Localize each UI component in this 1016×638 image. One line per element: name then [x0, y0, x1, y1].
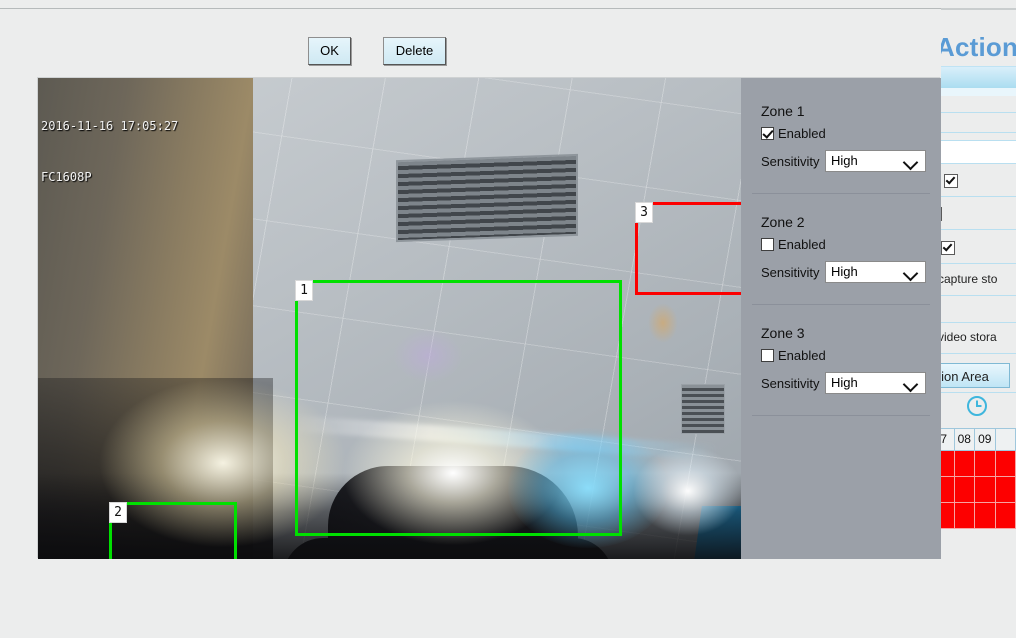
schedule-cell[interactable] [954, 503, 975, 529]
schedule-cell[interactable] [975, 477, 996, 503]
zone-box-1[interactable]: 1 [295, 280, 622, 536]
ceiling-vent-icon [396, 153, 578, 243]
zone-enabled-row-3[interactable]: Enabled [761, 348, 941, 363]
zone-sensitivity-select-2[interactable]: High [825, 261, 926, 283]
schedule-row[interactable] [934, 503, 1016, 529]
zone-sensitivity-row-1: Sensitivity High [761, 150, 941, 172]
option-checkbox-3[interactable] [941, 241, 956, 255]
clock-icon [966, 395, 988, 417]
zone-box-2[interactable]: 2 [109, 502, 237, 559]
schedule-cell[interactable] [995, 503, 1016, 529]
zone-enabled-checkbox-2[interactable] [761, 238, 774, 251]
zone-sensitivity-row-3: Sensitivity High [761, 372, 941, 394]
zone-settings-3: Zone 3 Enabled Sensitivity High [741, 305, 941, 394]
zone-box-label-1: 1 [295, 280, 313, 301]
schedule-hour-label: 09 [975, 429, 996, 450]
zone-sensitivity-label-2: Sensitivity [761, 264, 820, 280]
zone-sensitivity-row-2: Sensitivity High [761, 261, 941, 283]
delete-button[interactable]: Delete [383, 37, 446, 65]
zone-divider-3 [752, 415, 930, 416]
zone-sensitivity-value-3: High [831, 375, 858, 390]
zone-title-1: Zone 1 [761, 103, 805, 119]
zone-sensitivity-select-3[interactable]: High [825, 372, 926, 394]
zone-settings-panel: Zone 1 Enabled Sensitivity High Zone 2 E… [741, 78, 941, 559]
option-checkbox-1[interactable] [944, 174, 959, 188]
schedule-hour-label [996, 429, 1016, 450]
schedule-cell[interactable] [954, 451, 975, 477]
schedule-cell[interactable] [975, 451, 996, 477]
zone-sensitivity-label-1: Sensitivity [761, 153, 820, 169]
schedule-row[interactable] [934, 477, 1016, 503]
zone-sensitivity-value-2: High [831, 264, 858, 279]
schedule-cell[interactable] [954, 477, 975, 503]
zone-settings-2: Zone 2 Enabled Sensitivity High [741, 194, 941, 283]
chevron-down-icon [902, 265, 919, 282]
osd-camera-id: FC1608P [41, 170, 92, 184]
chevron-down-icon [902, 376, 919, 393]
osd-timestamp: 2016-11-16 17:05:27 [41, 119, 179, 133]
zone-sensitivity-label-3: Sensitivity [761, 375, 820, 391]
wall-vent-icon [681, 384, 725, 434]
schedule-cell[interactable] [975, 503, 996, 529]
zone-title-2: Zone 2 [761, 214, 805, 230]
chevron-down-icon [902, 154, 919, 171]
zone-enabled-label-1: Enabled [778, 126, 826, 141]
video-osd-overlay: 2016-11-16 17:05:27 FC1608P [41, 84, 178, 220]
zone-settings-1: Zone 1 Enabled Sensitivity High [741, 78, 941, 172]
zone-box-label-3: 3 [635, 202, 653, 223]
dialog-top-border [0, 8, 941, 9]
zone-enabled-label-3: Enabled [778, 348, 826, 363]
schedule-cell[interactable] [995, 477, 1016, 503]
video-and-zones-container: 2016-11-16 17:05:27 FC1608P 1 2 3 Zone 1… [37, 77, 941, 559]
zone-enabled-row-2[interactable]: Enabled [761, 237, 941, 252]
page-title: Action [936, 32, 1016, 62]
schedule-row[interactable] [934, 451, 1016, 477]
schedule-cells[interactable] [934, 450, 1016, 529]
ok-button[interactable]: OK [308, 37, 351, 65]
schedule-cell[interactable] [995, 451, 1016, 477]
motion-detection-dialog: OK Delete 2016-11-16 17:05:27 FC1608P 1 … [0, 0, 941, 560]
zone-enabled-checkbox-1[interactable] [761, 127, 774, 140]
zone-title-3: Zone 3 [761, 325, 805, 341]
zone-box-3[interactable]: 3 [635, 202, 741, 295]
schedule-hour-label: 08 [955, 429, 975, 450]
zone-enabled-checkbox-3[interactable] [761, 349, 774, 362]
schedule-hour-header: 7 08 09 [934, 428, 1016, 450]
schedule-grid[interactable]: 7 08 09 [934, 428, 1016, 529]
zone-enabled-label-2: Enabled [778, 237, 826, 252]
camera-video-preview[interactable]: 2016-11-16 17:05:27 FC1608P 1 2 3 [38, 78, 741, 559]
zone-sensitivity-value-1: High [831, 153, 858, 168]
zone-sensitivity-select-1[interactable]: High [825, 150, 926, 172]
zone-box-label-2: 2 [109, 502, 127, 523]
zone-enabled-row-1[interactable]: Enabled [761, 126, 941, 141]
